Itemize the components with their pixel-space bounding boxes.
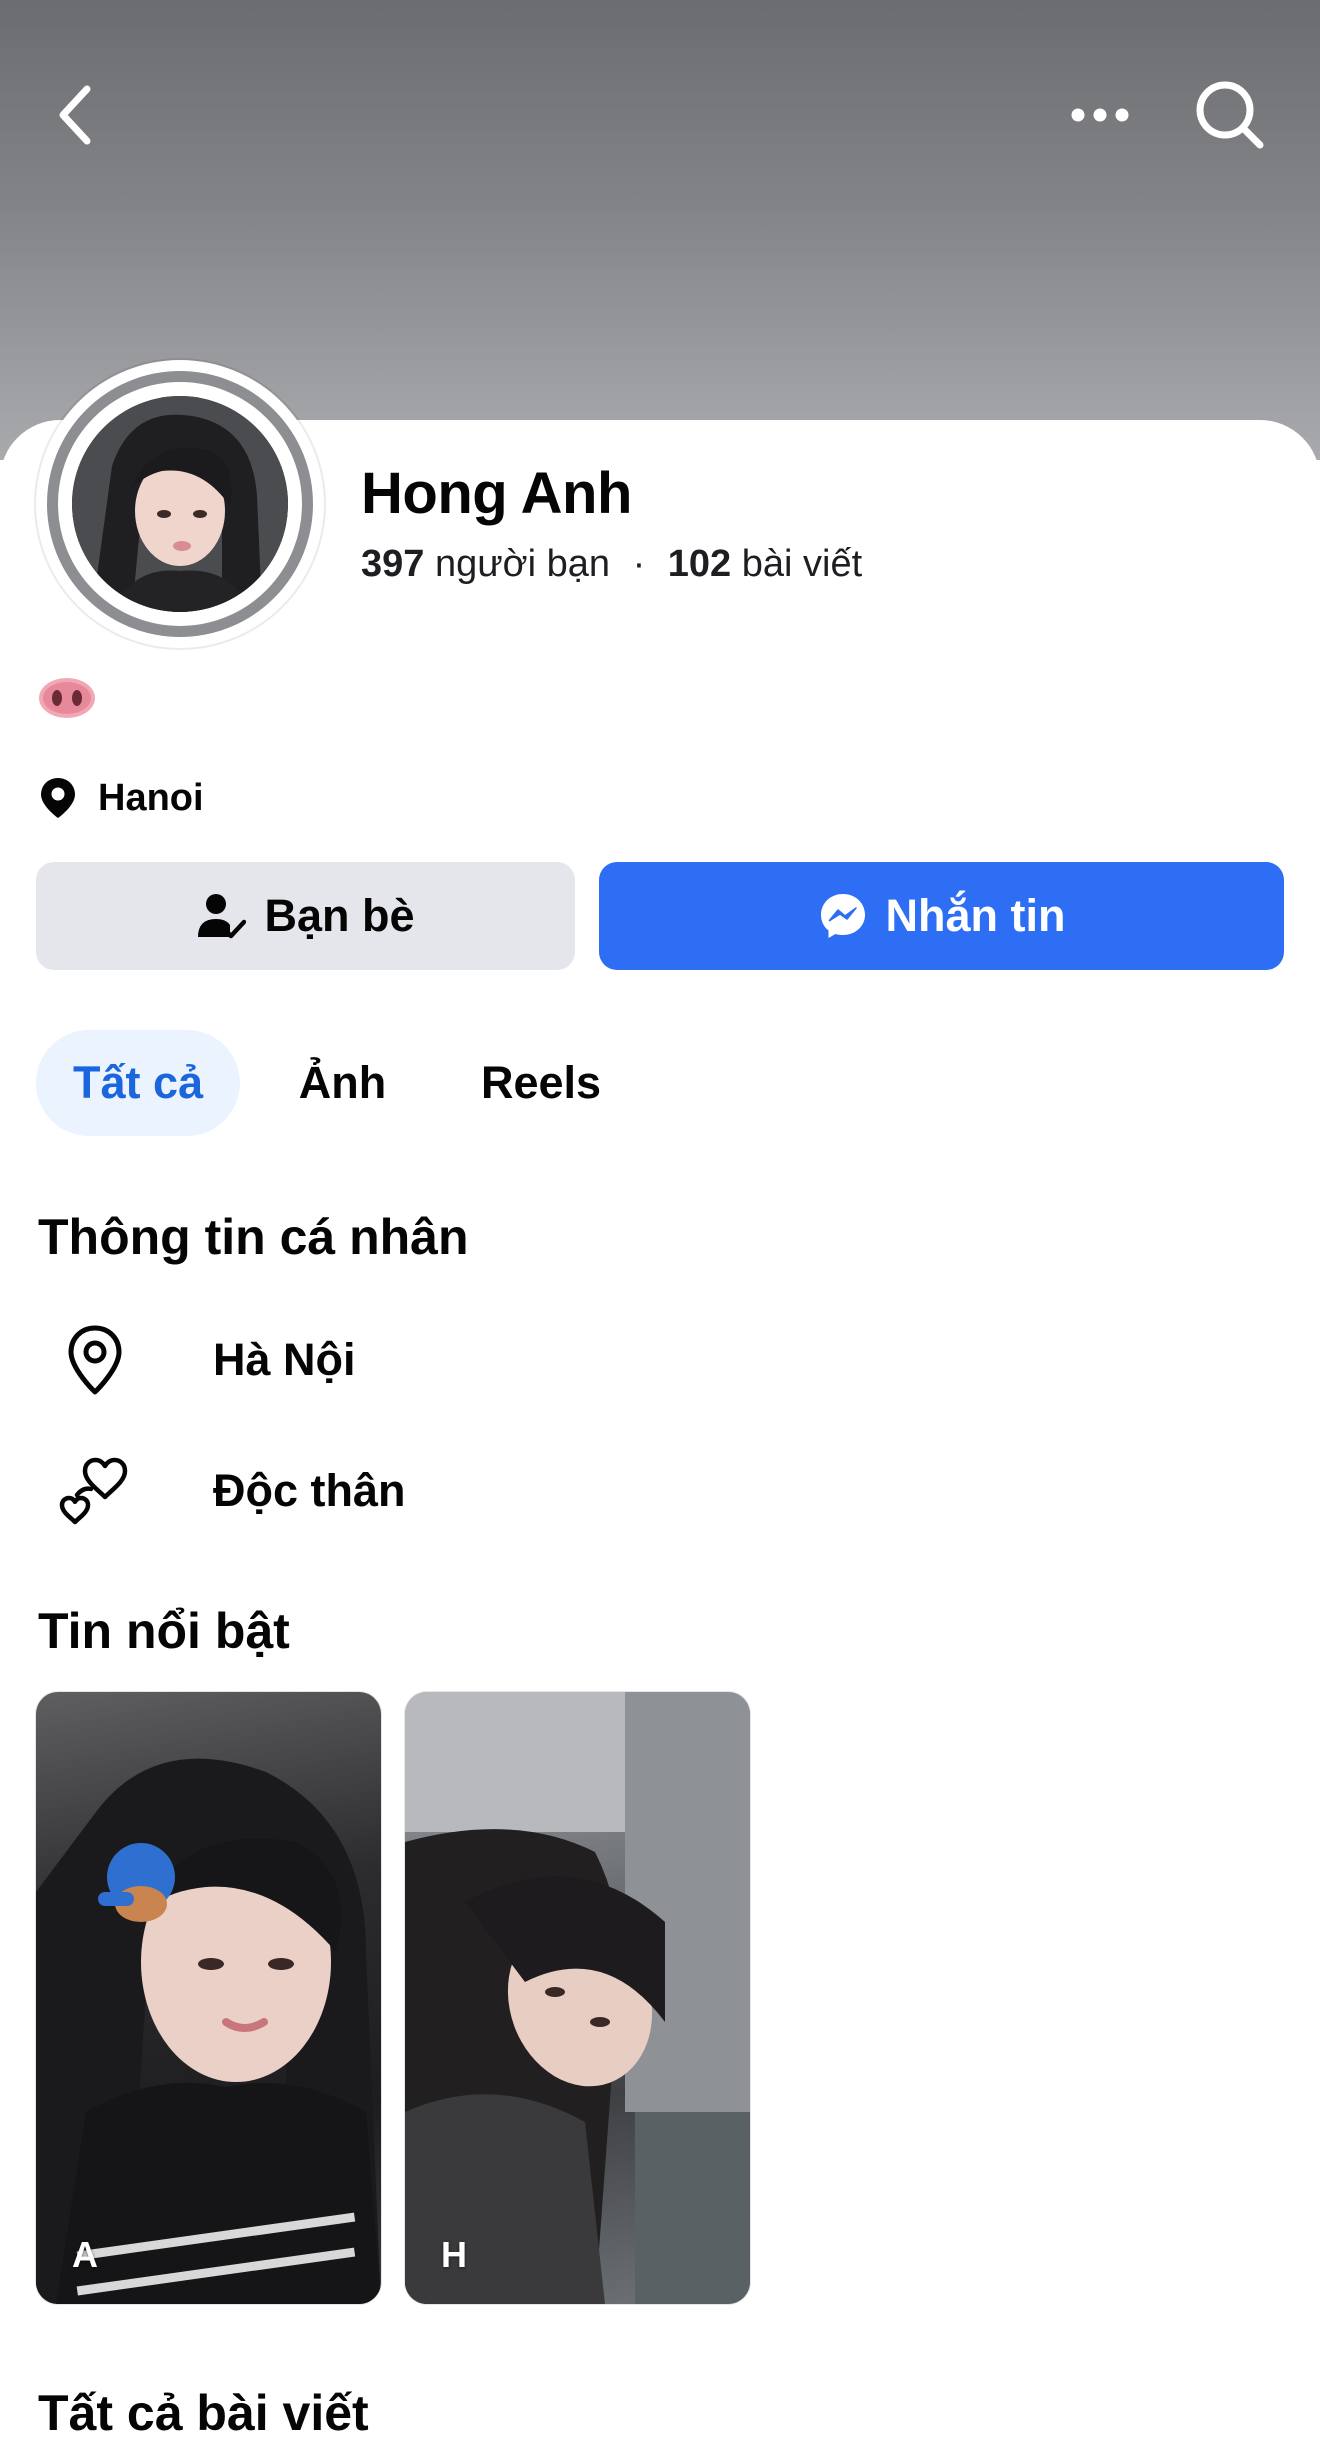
highlight-story[interactable]: A	[36, 1692, 381, 2304]
posts-count: 102	[667, 543, 732, 585]
story-label: A	[72, 2234, 98, 2275]
friends-label[interactable]: người bạn	[435, 543, 610, 585]
message-button-label: Nhắn tin	[885, 890, 1066, 941]
info-city-text: Hà Nội	[213, 1334, 356, 1385]
avatar-illustration	[72, 396, 288, 612]
tab-all[interactable]: Tất cả	[36, 1030, 240, 1136]
story-ring	[47, 371, 313, 637]
search-icon	[1196, 81, 1264, 149]
story-thumbnail	[36, 1758, 381, 2304]
personal-info-title: Thông tin cá nhân	[38, 1209, 469, 1265]
stats-separator: ·	[632, 543, 646, 585]
posts-label: bài viết	[741, 543, 863, 585]
all-posts-title: Tất cả bài viết	[38, 2385, 369, 2441]
highlight-story[interactable]: H	[405, 1692, 750, 2304]
profile-name: Hong Anh	[361, 461, 632, 526]
more-horizontal-icon	[1071, 108, 1129, 122]
message-button[interactable]: Nhắn tin	[599, 862, 1284, 970]
back-button[interactable]	[40, 70, 110, 160]
location-pin-icon	[41, 778, 75, 818]
profile-page: Hong Anh 397 người bạn · 102 bài viết Ha…	[0, 0, 1320, 2455]
info-item-city: Hà Nội	[55, 1315, 356, 1405]
avatar-photo	[72, 396, 288, 612]
friends-button-label: Bạn bè	[264, 890, 415, 941]
story-label: H	[441, 2234, 467, 2275]
friend-check-icon	[198, 894, 247, 939]
info-relationship-text: Độc thân	[213, 1465, 406, 1516]
pig-nose-emoji	[39, 678, 95, 718]
tab-photos[interactable]: Ảnh	[280, 1030, 405, 1136]
hearts-icon	[59, 1457, 128, 1525]
chevron-left-icon	[59, 85, 91, 145]
more-button[interactable]	[1055, 80, 1145, 150]
highlights-title: Tin nổi bật	[38, 1603, 290, 1659]
messenger-icon	[820, 894, 865, 938]
info-item-relationship: Độc thân	[55, 1446, 406, 1536]
avatar[interactable]	[36, 360, 324, 648]
friends-button[interactable]: Bạn bè	[36, 862, 575, 970]
location-pin-icon	[68, 1325, 122, 1395]
tab-reels[interactable]: Reels	[458, 1030, 624, 1136]
location-row: Hanoi	[38, 770, 204, 826]
friends-count[interactable]: 397	[361, 543, 424, 585]
search-button[interactable]	[1185, 70, 1275, 160]
location-text: Hanoi	[98, 776, 204, 819]
profile-stats: 397 người bạn · 102 bài viết	[361, 543, 862, 586]
story-thumbnail	[405, 1692, 750, 2304]
